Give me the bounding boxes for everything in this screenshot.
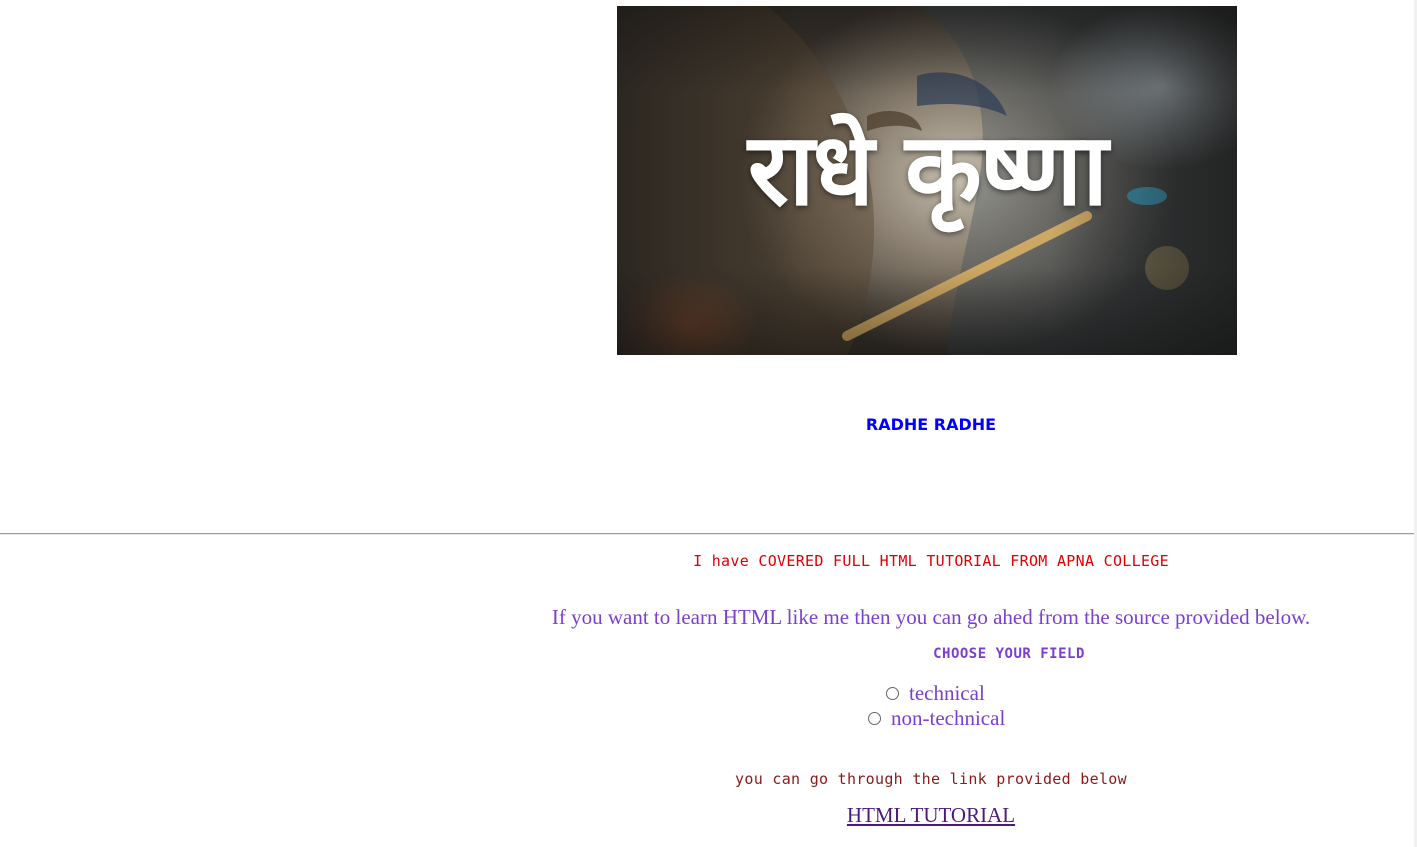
radio-option-non-technical[interactable]: non-technical: [868, 706, 1005, 731]
learn-text: If you want to learn HTML like me then y…: [551, 605, 1311, 629]
radio-button-non-technical[interactable]: [868, 712, 881, 725]
link-intro-text: you can go through the link provided bel…: [735, 770, 1127, 788]
html-tutorial-link[interactable]: HTML TUTORIAL: [445, 803, 1417, 828]
radha-krishna-banner-image: राधे कृष्णा: [617, 6, 1237, 355]
banner-title: राधे कृष्णा: [747, 111, 1108, 228]
choose-field-label: CHOOSE YOUR FIELD: [933, 646, 1085, 662]
radio-option-technical[interactable]: technical: [886, 681, 985, 706]
page-heading: RADHE RADHE: [865, 415, 997, 434]
radio-button-technical[interactable]: [886, 687, 899, 700]
covered-text: I have COVERED FULL HTML TUTORIAL FROM A…: [693, 552, 1169, 570]
horizontal-divider: [0, 533, 1417, 535]
radio-label-technical: technical: [909, 681, 985, 705]
radio-label-non-technical: non-technical: [891, 706, 1006, 730]
